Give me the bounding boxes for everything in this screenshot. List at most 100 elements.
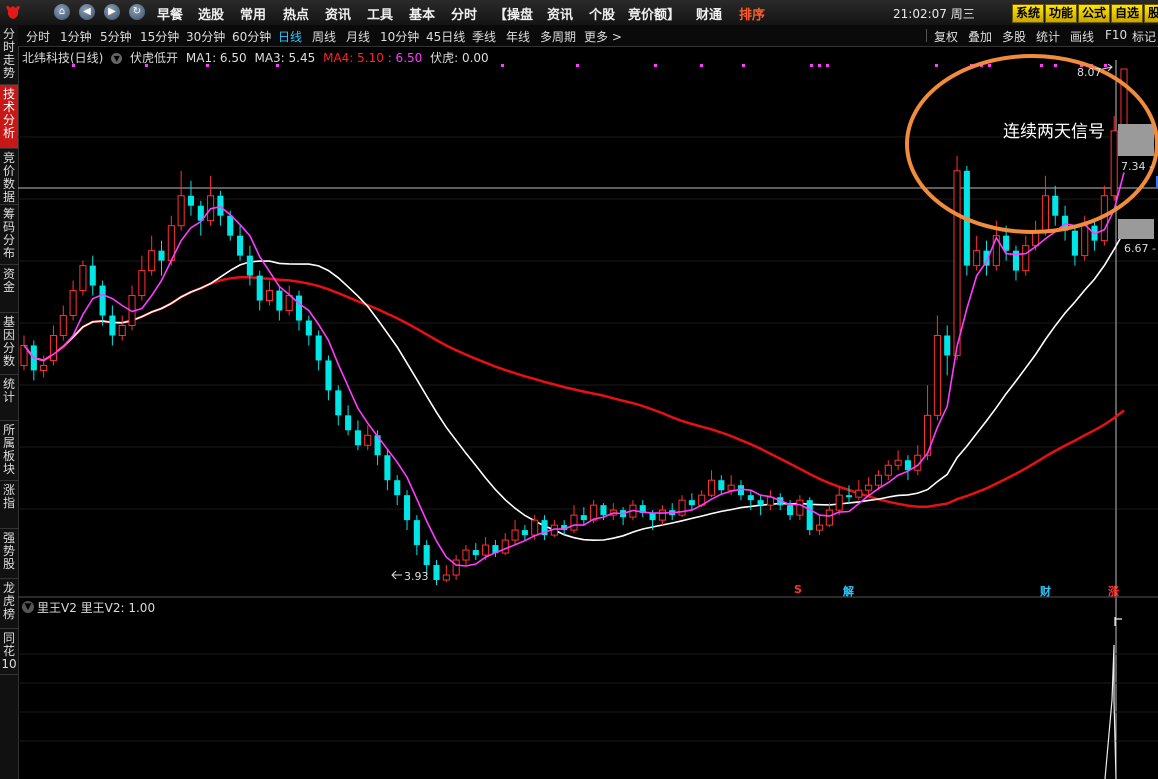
signal-dot xyxy=(988,64,991,67)
high-price-label: 8.07 xyxy=(1077,66,1102,79)
event-marker-unlock[interactable]: 解 xyxy=(843,583,854,599)
candles-group xyxy=(20,68,1128,585)
cross-price-label: 7.34 - xyxy=(1121,160,1153,173)
candle-body xyxy=(747,495,754,501)
stock-title[interactable]: 北纬科技(日线) xyxy=(22,51,103,65)
candle-body xyxy=(806,500,813,531)
candle-body xyxy=(1081,225,1089,257)
candle-body xyxy=(345,415,352,431)
candle-body xyxy=(953,170,961,356)
candle-body xyxy=(649,513,656,521)
candle-body xyxy=(501,539,509,554)
signal-dot xyxy=(576,64,579,67)
ma4-value: MA4: 5.10 xyxy=(323,51,384,65)
candle-body xyxy=(825,509,833,526)
candle-body xyxy=(59,315,67,336)
candle-body xyxy=(904,460,911,471)
candle-body xyxy=(787,505,794,516)
candle-body xyxy=(727,484,735,491)
ma1-value: MA1: 6.50 xyxy=(185,51,247,65)
candle-body xyxy=(757,500,764,506)
candle-body xyxy=(472,550,479,556)
candle-body xyxy=(855,489,863,498)
candle-body xyxy=(688,500,695,506)
box-price-label: 6.67 - 6. xyxy=(1124,242,1158,255)
candle-body xyxy=(835,494,843,511)
candle-body xyxy=(305,320,312,336)
candle-body xyxy=(423,545,430,566)
candle-body xyxy=(138,270,146,297)
candle-body xyxy=(433,565,440,581)
candle-body xyxy=(865,484,873,491)
candle-body xyxy=(256,275,263,301)
candle-body xyxy=(217,195,224,216)
signal-box xyxy=(1118,219,1154,239)
candle-body xyxy=(442,574,450,581)
candle-body xyxy=(40,364,48,371)
candle-body xyxy=(1071,230,1078,256)
candle-body xyxy=(482,544,490,556)
candle-body xyxy=(521,530,528,536)
signal-dot xyxy=(501,64,504,67)
candle-body xyxy=(89,265,96,286)
candle-body xyxy=(658,509,666,521)
candle-body xyxy=(265,290,274,302)
candle-body xyxy=(796,499,804,516)
candle-body xyxy=(815,524,824,531)
candle-body xyxy=(678,499,686,516)
candle-body xyxy=(69,290,77,317)
signal-dot xyxy=(742,64,745,67)
candle-body xyxy=(600,505,607,516)
chevron-down-icon[interactable]: ▼ xyxy=(111,53,123,64)
candle-body xyxy=(511,529,519,541)
candle-body xyxy=(384,455,391,481)
candle-body xyxy=(766,496,774,506)
candle-body xyxy=(707,479,716,496)
chevron-down-icon[interactable]: ▼ xyxy=(22,601,34,613)
candle-body xyxy=(1110,130,1118,197)
candle-body xyxy=(354,430,361,446)
candle-body xyxy=(1120,68,1128,132)
event-marker-s[interactable]: S xyxy=(794,583,802,596)
candle-body xyxy=(1052,195,1059,216)
candle-body xyxy=(99,285,106,316)
candle-body xyxy=(335,390,342,416)
candle-body xyxy=(246,255,253,276)
signal-dot xyxy=(700,64,703,67)
candle-body xyxy=(364,434,372,446)
candle-body xyxy=(580,515,587,521)
candle-body xyxy=(325,360,332,391)
formula-name[interactable]: 伏虎低开 xyxy=(130,51,178,65)
signal-dot xyxy=(1054,64,1057,67)
candle-body xyxy=(295,295,303,321)
signal-dot xyxy=(935,64,938,67)
candle-body xyxy=(874,474,883,486)
candle-body xyxy=(118,325,126,336)
candle-body xyxy=(276,290,283,311)
candle-body xyxy=(394,480,401,496)
signal-dot xyxy=(810,64,813,67)
candle-body xyxy=(531,519,539,536)
candle-body xyxy=(413,520,420,546)
candle-body xyxy=(79,265,87,292)
ma3-value: MA3: 5.45 xyxy=(254,51,316,65)
low-arrow-icon xyxy=(391,570,402,580)
event-marker-finance[interactable]: 财 xyxy=(1040,583,1051,599)
candle-body xyxy=(1003,235,1010,251)
candlestick-chart[interactable] xyxy=(0,0,1158,779)
candle-body xyxy=(1022,245,1030,272)
candle-body xyxy=(315,335,322,361)
candle-body xyxy=(845,495,853,498)
signal-dot xyxy=(1104,64,1107,67)
signal-dot xyxy=(818,64,821,67)
candle-body xyxy=(570,514,578,531)
candle-body xyxy=(49,334,58,361)
indicator-header: 北纬科技(日线) ▼ 伏虎低开 MA1: 6.50 MA3: 5.45 MA4:… xyxy=(22,49,493,66)
signal-dot xyxy=(826,64,829,67)
candle-body xyxy=(944,335,951,356)
fuhu-value: 伏虎: 0.00 xyxy=(430,51,489,65)
signal-box xyxy=(1118,124,1154,156)
event-marker-rise[interactable]: 涨 xyxy=(1108,583,1119,599)
signal-annotation: 连续两天信号 xyxy=(1003,122,1105,142)
candle-body xyxy=(1041,195,1049,232)
